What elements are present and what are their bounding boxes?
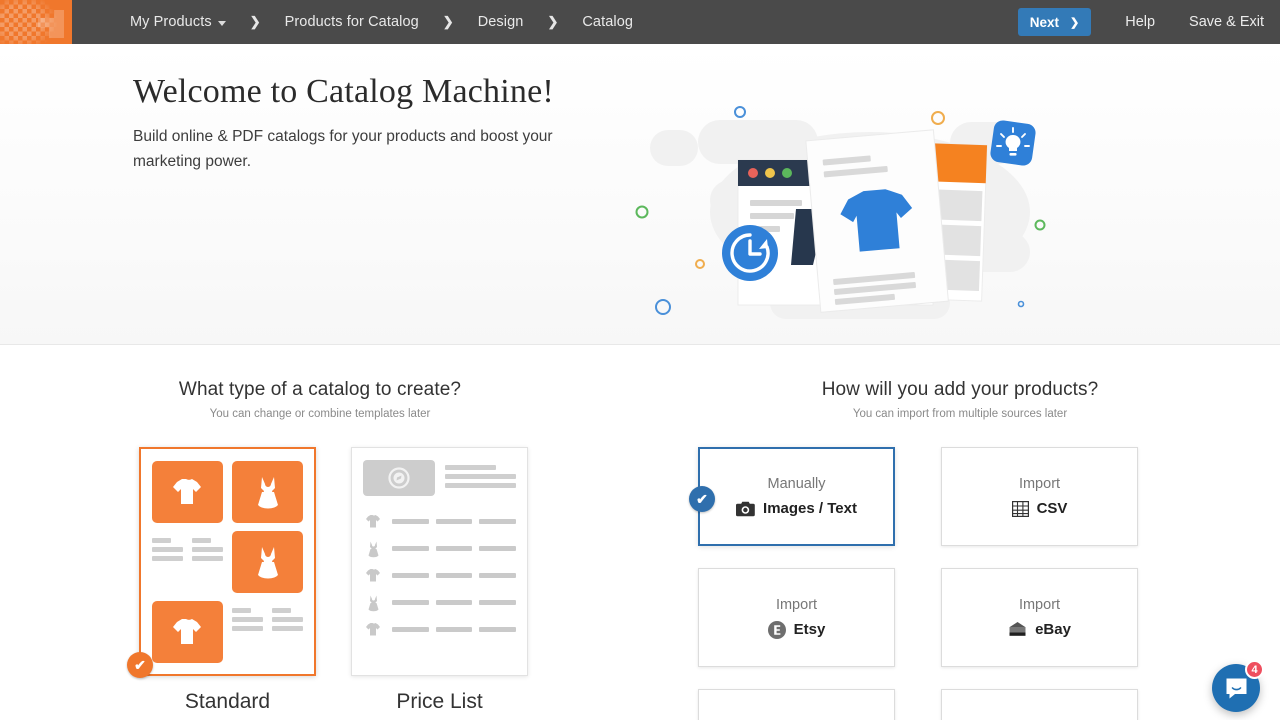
chevron-right-icon: ❯: [443, 14, 454, 30]
product-source-heading: How will you add your products?: [640, 379, 1280, 401]
source-main: CSV: [1012, 500, 1068, 517]
save-and-exit-link[interactable]: Save & Exit: [1189, 14, 1264, 30]
etsy-icon: [768, 621, 786, 639]
topbar-actions: Next ❯ Help Save & Exit: [1018, 8, 1280, 36]
tshirt-icon: [171, 616, 205, 648]
source-option-partial-left[interactable]: Import: [698, 689, 895, 720]
intercom-chat-icon: [1224, 676, 1249, 701]
template-card-standard[interactable]: ✔ Standard: [139, 447, 316, 714]
source-label: CSV: [1037, 500, 1068, 517]
source-option-manually-images-text[interactable]: Manually Images / Text ✔: [698, 447, 895, 546]
catalog-type-column: What type of a catalog to create? You ca…: [0, 379, 640, 719]
chat-launcher-button[interactable]: 4: [1212, 664, 1260, 712]
breadcrumb-item-products-for-catalog[interactable]: Products for Catalog: [283, 14, 421, 30]
product-source-subheading: You can import from multiple sources lat…: [640, 408, 1280, 420]
chevron-right-icon: ❯: [1070, 16, 1079, 29]
catalog-machine-logo[interactable]: [0, 0, 72, 44]
chevron-right-icon: ❯: [250, 14, 261, 30]
tshirt-icon: [363, 621, 383, 638]
dress-icon: [363, 540, 383, 558]
price-list-header: [363, 460, 516, 496]
tshirt-icon: [363, 567, 383, 584]
help-link[interactable]: Help: [1125, 14, 1155, 30]
source-label: Etsy: [794, 621, 826, 638]
source-main: eBay: [1008, 621, 1071, 638]
catalog-type-heading: What type of a catalog to create?: [0, 379, 640, 401]
breadcrumb-item-design[interactable]: Design: [476, 14, 526, 30]
source-option-partial-right[interactable]: Import: [941, 689, 1138, 720]
dress-icon: [253, 475, 283, 509]
logo-placeholder-icon: [363, 460, 435, 496]
template-tile-grid: [152, 461, 303, 663]
template-card-price-list[interactable]: Price List: [351, 447, 528, 714]
tshirt-icon: [171, 476, 205, 508]
camera-icon: [736, 501, 755, 517]
page-root: My Products ❯ Products for Catalog ❯ Des…: [0, 0, 1280, 720]
source-option-ebay[interactable]: Import eBay: [941, 568, 1138, 667]
hero-section: Welcome to Catalog Machine! Build online…: [0, 44, 1280, 345]
product-tile: [232, 461, 303, 523]
chevron-down-icon: [218, 21, 226, 26]
chat-unread-badge: 4: [1245, 660, 1264, 679]
selected-check-badge: ✔: [689, 486, 715, 512]
template-card-list: ✔ Standard: [0, 447, 640, 714]
compass-icon: [388, 467, 410, 489]
hero-subtitle: Build online & PDF catalogs for your pro…: [133, 125, 603, 174]
ebay-icon: [1008, 621, 1027, 638]
price-list-rows: [363, 508, 516, 643]
template-caption-lines: [152, 531, 223, 593]
chevron-right-icon: ❯: [547, 14, 558, 30]
template-preview-standard: [139, 447, 316, 676]
selected-check-badge: ✔: [127, 652, 153, 678]
page-title: Welcome to Catalog Machine!: [133, 72, 603, 111]
price-list-row: [363, 616, 516, 643]
template-label-standard: Standard: [139, 690, 316, 714]
catalog-type-subheading: You can change or combine templates late…: [0, 408, 640, 420]
next-button[interactable]: Next ❯: [1018, 8, 1091, 36]
source-kicker: Manually: [767, 476, 825, 492]
price-list-row: [363, 589, 516, 616]
source-kicker: Import: [1019, 597, 1060, 613]
source-main: Etsy: [768, 621, 826, 639]
dress-icon: [363, 594, 383, 612]
hero-text-block: Welcome to Catalog Machine! Build online…: [133, 72, 603, 174]
top-navigation-bar: My Products ❯ Products for Catalog ❯ Des…: [0, 0, 1280, 44]
source-label: Images / Text: [763, 500, 857, 517]
dress-icon: [253, 545, 283, 579]
breadcrumb: My Products ❯ Products for Catalog ❯ Des…: [128, 14, 635, 30]
price-list-row: [363, 562, 516, 589]
breadcrumb-label: My Products: [130, 14, 212, 30]
source-label: eBay: [1035, 621, 1071, 638]
catalog-illustration: [620, 92, 1090, 342]
table-grid-icon: [1012, 501, 1029, 517]
product-tile: [152, 461, 223, 523]
source-main: Images / Text: [736, 500, 857, 517]
breadcrumb-item-my-products[interactable]: My Products: [128, 14, 228, 30]
product-source-column: How will you add your products? You can …: [640, 379, 1280, 719]
source-kicker: Import: [776, 597, 817, 613]
price-list-row: [363, 535, 516, 562]
template-preview-price-list: [351, 447, 528, 676]
source-option-etsy[interactable]: Import Etsy: [698, 568, 895, 667]
breadcrumb-item-catalog[interactable]: Catalog: [580, 14, 635, 30]
source-kicker: Import: [1019, 476, 1060, 492]
tshirt-icon: [363, 513, 383, 530]
template-caption-lines: [232, 601, 303, 663]
price-list-title-lines: [445, 460, 516, 496]
next-button-label: Next: [1030, 15, 1059, 30]
template-label-price-list: Price List: [351, 690, 528, 714]
price-list-row: [363, 508, 516, 535]
product-source-options: Manually Images / Text ✔ Import: [640, 447, 1280, 720]
choices-section: What type of a catalog to create? You ca…: [0, 345, 1280, 719]
source-option-csv[interactable]: Import CSV: [941, 447, 1138, 546]
product-tile: [232, 531, 303, 593]
product-tile: [152, 601, 223, 663]
